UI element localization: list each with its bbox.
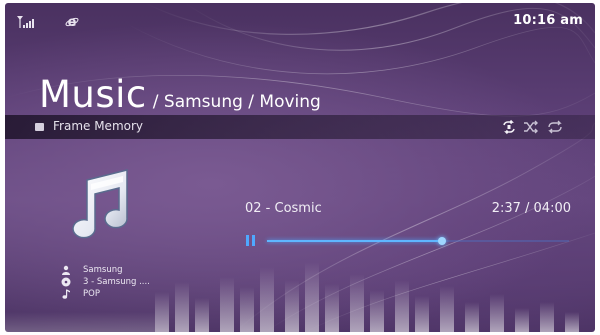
internet-explorer-icon: e — [65, 15, 79, 28]
signal-bars-icon — [17, 16, 34, 28]
app-title: Music — [39, 73, 147, 116]
repeat-all-icon[interactable] — [547, 119, 563, 135]
repeat-one-icon[interactable] — [501, 119, 517, 135]
page-title: Music / Samsung / Moving — [39, 73, 321, 116]
disc-icon — [61, 277, 71, 287]
pause-icon — [246, 235, 249, 246]
memory-card-icon — [35, 123, 44, 131]
track-title: 02 - Cosmic — [245, 201, 322, 216]
artist-label: Samsung — [83, 265, 123, 275]
pause-button[interactable] — [245, 235, 257, 247]
source-bar: Frame Memory — [5, 115, 595, 139]
note-icon — [62, 289, 70, 299]
music-player-screen: e 10:16 am Music / Samsung / Moving Frame… — [5, 3, 595, 332]
genre-label: POP — [83, 289, 100, 299]
album-label: 3 - Samsung .... — [83, 277, 150, 287]
shuffle-icon[interactable] — [523, 119, 539, 135]
person-icon — [62, 265, 70, 275]
music-note-icon — [72, 169, 128, 239]
breadcrumb: / Samsung / Moving — [152, 92, 321, 112]
status-bar: e 10:16 am — [5, 3, 595, 39]
progress-bar[interactable] — [267, 237, 569, 245]
status-clock: 10:16 am — [513, 13, 583, 28]
progress-fill — [267, 240, 443, 242]
source-label: Frame Memory — [53, 119, 144, 133]
track-time: 2:37 / 04:00 — [491, 201, 571, 216]
